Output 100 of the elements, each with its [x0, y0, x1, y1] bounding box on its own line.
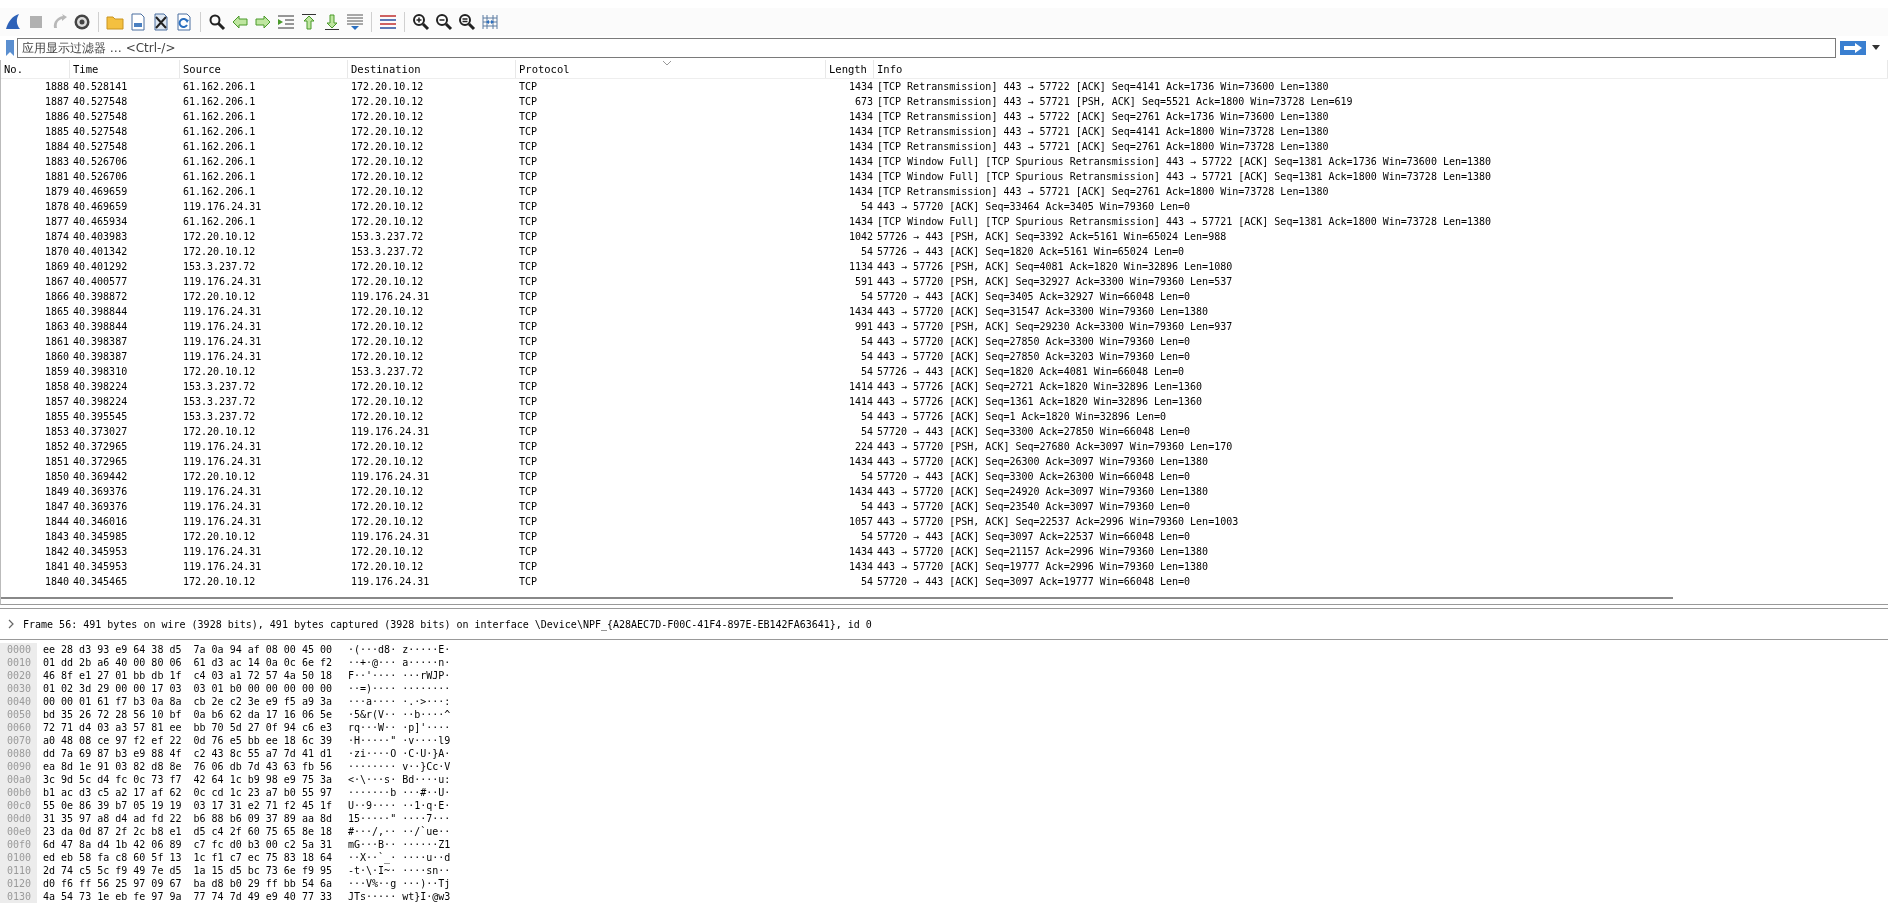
column-header[interactable]: Protocol [516, 60, 826, 78]
table-cell-text: 153.3.237.72 [350, 230, 425, 244]
shark-fin-icon[interactable] [4, 13, 22, 31]
table-cell-text: 40.398224 [72, 380, 129, 394]
table-cell-text: TCP [518, 290, 539, 304]
table-cell-text: 1865 [43, 305, 70, 319]
table-cell-text: 1853 [43, 425, 70, 439]
sort-chevron-icon [662, 60, 672, 66]
offset-label: 00a0 [0, 773, 37, 786]
table-cell-text: 172.20.10.12 [350, 515, 425, 529]
table-cell-text: 443 → 57720 [ACK] Seq=31547 Ack=3300 Win=79360 Len=1380 [876, 305, 1210, 319]
table-cell-text: TCP [518, 500, 539, 514]
table-cell-text: 172.20.10.12 [350, 440, 425, 454]
table-cell-text: 119.176.24.31 [350, 290, 431, 304]
table-cell-text: 61.162.206.1 [182, 125, 257, 139]
table-cell-text: 40.373027 [72, 425, 129, 439]
ascii-text: ···a···· ·.·>···: [348, 695, 451, 708]
table-cell-text: 1888 [43, 80, 70, 94]
colored-lines-icon[interactable] [379, 13, 397, 31]
right-arrow-icon[interactable] [254, 13, 272, 31]
table-cell-text: 40.469659 [72, 200, 129, 214]
hex-bytes: a0 48 08 ce 97 f2 ef 22 0d 76 e5 bb ee 18 6c 39 [43, 734, 333, 747]
table-cell-text: TCP [518, 230, 539, 244]
column-header[interactable]: Destination [348, 60, 516, 78]
column-header[interactable]: Source [180, 60, 348, 78]
table-cell-text: 443 → 57720 [ACK] Seq=27850 Ack=3203 Win=79360 Len=0 [876, 350, 1192, 364]
gear-icon[interactable] [73, 13, 91, 31]
table-cell-text: 57720 → 443 [ACK] Seq=3405 Ack=32927 Win=66048 Len=0 [876, 290, 1192, 304]
table-cell-text: 153.3.237.72 [350, 365, 425, 379]
table-cell-text: 40.469659 [72, 185, 129, 199]
table-cell-text: 40.345465 [72, 575, 129, 589]
table-cell-text: 172.20.10.12 [350, 500, 425, 514]
column-header[interactable]: Info [874, 60, 1888, 78]
caret-icon[interactable] [1872, 45, 1880, 51]
column-header[interactable]: Time [70, 60, 180, 78]
bookmark-icon[interactable] [5, 40, 15, 56]
table-cell-text: 1414 [847, 395, 874, 409]
table-cell-text: 57726 → 443 [ACK] Seq=1820 Ack=4081 Win=66048 Len=0 [876, 365, 1186, 379]
horizontal-scrollbar[interactable] [1, 597, 1673, 599]
table-cell-text: 54 [859, 365, 874, 379]
table-cell-text: 119.176.24.31 [182, 455, 263, 469]
ascii-text: ···V%··g ···)··Tj [348, 877, 451, 890]
zoom-in-icon[interactable] [412, 13, 430, 31]
table-cell-text: 443 → 57720 [ACK] Seq=21157 Ack=2996 Win=79360 Len=1380 [876, 545, 1210, 559]
search-icon[interactable] [208, 13, 226, 31]
column-header[interactable]: No. [1, 60, 70, 78]
up-arrow-icon[interactable] [300, 13, 318, 31]
table-cell-text: 1885 [43, 125, 70, 139]
table-cell-text: TCP [518, 425, 539, 439]
hex-bytes: 46 8f e1 27 01 bb db 1f c4 03 a1 72 57 4a 50 18 [43, 669, 333, 682]
table-cell-text: 443 → 57726 [PSH, ACK] Seq=4081 Ack=1820 Win=32896 Len=1080 [876, 260, 1234, 274]
zoom-out-icon[interactable] [435, 13, 453, 31]
table-cell-text: 1434 [847, 305, 874, 319]
filter-field[interactable]: 应用显示过滤器 … <Ctrl-/> [17, 38, 1836, 58]
table-cell-text: 40.398224 [72, 395, 129, 409]
offset-label: 00e0 [0, 825, 37, 838]
table-cell-text: 224 [853, 440, 874, 454]
offset-label: 0110 [0, 864, 37, 877]
left-arrow-icon[interactable] [231, 13, 249, 31]
table-cell-text: 57720 → 443 [ACK] Seq=3300 Ack=27850 Win=66048 Len=0 [876, 425, 1192, 439]
expander-chevron-icon[interactable] [7, 619, 15, 629]
ascii-text: U··9···· ··1·q·E· [348, 799, 451, 812]
table-cell-text: 119.176.24.31 [350, 425, 431, 439]
table-cell-text: TCP [518, 155, 539, 169]
table-cell-text: 443 → 57726 [ACK] Seq=1361 Ack=1820 Win=32896 Len=1360 [876, 395, 1204, 409]
autoscroll-icon[interactable] [346, 13, 364, 31]
table-cell-text: TCP [518, 140, 539, 154]
goto-line-icon[interactable] [277, 13, 295, 31]
binary-file-icon[interactable] [129, 13, 147, 31]
table-cell-text: 1841 [43, 560, 70, 574]
table-cell-text: 61.162.206.1 [182, 155, 257, 169]
table-cell-text: 443 → 57720 [PSH, ACK] Seq=29230 Ack=3300 Win=79360 Len=937 [876, 320, 1234, 334]
table-cell-text: 40.465934 [72, 215, 129, 229]
table-cell-text: TCP [518, 185, 539, 199]
zoom-reset-icon[interactable] [458, 13, 476, 31]
ascii-text: mG···B·· ······Z1 [348, 838, 451, 851]
table-cell-text: 119.176.24.31 [182, 440, 263, 454]
down-arrow-icon[interactable] [323, 13, 341, 31]
table-cell-text: 57726 → 443 [PSH, ACK] Seq=3392 Ack=5161 Win=65024 Len=988 [876, 230, 1228, 244]
column-header[interactable]: Length [826, 60, 874, 78]
table-cell-text: 1434 [847, 125, 874, 139]
table-cell-text: 40.527548 [72, 110, 129, 124]
table-cell-text: 119.176.24.31 [350, 575, 431, 589]
reload-file-icon[interactable] [175, 13, 193, 31]
hex-bytes: 6d 47 8a d4 1b 42 06 89 c7 fc d0 b3 00 c2 5a 31 [43, 838, 333, 851]
table-cell-text: 61.162.206.1 [182, 170, 257, 184]
tree-item[interactable]: Frame 56: 491 bytes on wire (3928 bits), 491 bytes captured (3928 bits) on interface \Device\NPF_{A28AEC7D-F00C-41F4-897E-EB142FA63641}, id 0 [23, 618, 872, 630]
table-cell-text: 40.372965 [72, 455, 129, 469]
close-file-icon[interactable] [152, 13, 170, 31]
hex-bytes: bd 35 26 72 28 56 10 bf 0a b6 62 da 17 16 06 5e [43, 708, 333, 721]
table-cell-text: 443 → 57720 [ACK] Seq=26300 Ack=3097 Win=79360 Len=1380 [876, 455, 1210, 469]
table-cell-text: 1042 [847, 230, 874, 244]
table-cell-text: TCP [518, 275, 539, 289]
table-cell-text: 1883 [43, 155, 70, 169]
ascii-text: ··+·@··· a·····n· [348, 656, 451, 669]
resize-columns-icon[interactable] [481, 13, 499, 31]
apply-filter-button[interactable] [1840, 41, 1866, 55]
table-cell-text: 1857 [43, 395, 70, 409]
table-cell-text: 40.398387 [72, 335, 129, 349]
table-cell-text: 1867 [43, 275, 70, 289]
